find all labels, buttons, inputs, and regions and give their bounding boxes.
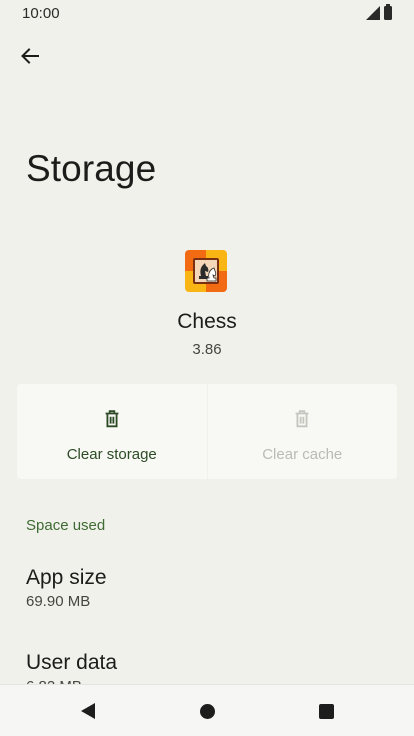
nav-home-button[interactable] xyxy=(196,700,218,722)
status-bar: 10:00 xyxy=(0,0,414,28)
arrow-back-icon xyxy=(21,48,39,64)
signal-icon xyxy=(366,6,380,20)
chess-app-icon xyxy=(185,250,227,292)
storage-actions: Clear storage Clear cache xyxy=(17,384,397,479)
app-size-title: App size xyxy=(26,566,107,589)
app-name: Chess xyxy=(177,310,237,333)
clear-cache-label: Clear cache xyxy=(262,446,343,463)
nav-back-icon xyxy=(81,703,95,719)
nav-recents-button[interactable] xyxy=(315,700,337,722)
trash-icon xyxy=(105,410,119,428)
user-data-title: User data xyxy=(26,651,118,674)
battery-icon xyxy=(384,4,392,20)
app-size-value: 69.90 MB xyxy=(26,593,91,610)
clear-cache-button[interactable]: Clear cache xyxy=(207,384,397,479)
nav-back-button[interactable] xyxy=(77,700,99,722)
nav-recents-icon xyxy=(318,703,334,719)
app-size-row: App size 69.90 MB xyxy=(26,566,386,610)
page-title: Storage xyxy=(26,148,157,189)
back-button[interactable] xyxy=(12,38,48,74)
section-header-space-used: Space used xyxy=(26,517,106,534)
storage-screen: 10:00 Storage Chess 3.86 Clear storage C… xyxy=(0,0,414,736)
trash-icon xyxy=(295,410,309,428)
clear-storage-button[interactable]: Clear storage xyxy=(17,384,207,479)
status-icons xyxy=(366,4,392,20)
status-time: 10:00 xyxy=(22,5,60,22)
nav-home-icon xyxy=(199,703,215,719)
clear-storage-label: Clear storage xyxy=(66,446,157,463)
navigation-bar xyxy=(0,684,414,736)
app-version: 3.86 xyxy=(192,341,222,358)
